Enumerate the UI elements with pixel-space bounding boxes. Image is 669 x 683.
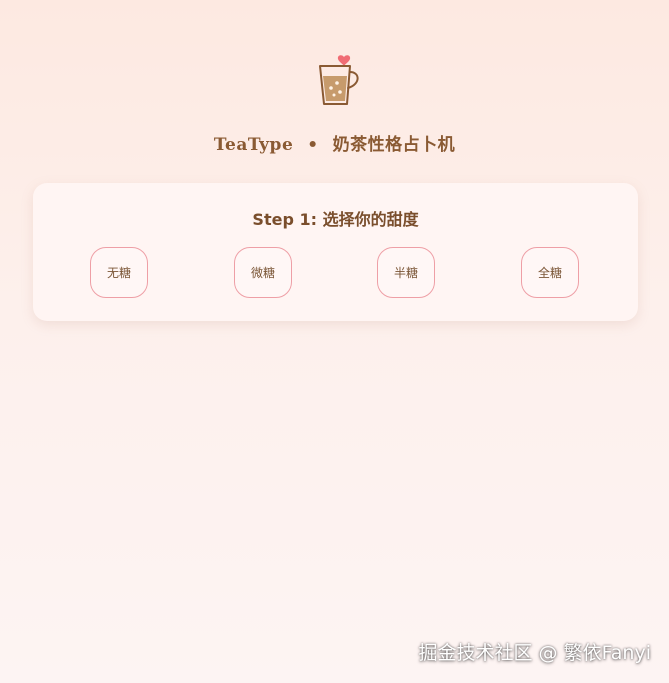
option-no-sugar-button[interactable]: 无糖 <box>90 247 148 298</box>
milk-tea-cup-with-heart-icon <box>319 55 359 105</box>
app-subtitle: 奶茶性格占卜机 <box>332 135 456 155</box>
option-full-sugar-button[interactable]: 全糖 <box>521 247 579 298</box>
title-separator: • <box>307 135 319 155</box>
sweetness-step-card: Step 1: 选择你的甜度 无糖 微糖 半糖 全糖 <box>33 183 638 321</box>
app-title: TeaType • 奶茶性格占卜机 <box>0 130 669 155</box>
brand-name: TeaType <box>213 135 294 155</box>
option-half-sugar-button[interactable]: 半糖 <box>377 247 435 298</box>
option-low-sugar-button[interactable]: 微糖 <box>234 247 292 298</box>
step-title: Step 1: 选择你的甜度 <box>252 210 419 229</box>
app-logo <box>316 54 364 108</box>
source-watermark: 掘金技术社区 @ 繁依Fanyi <box>418 642 651 664</box>
